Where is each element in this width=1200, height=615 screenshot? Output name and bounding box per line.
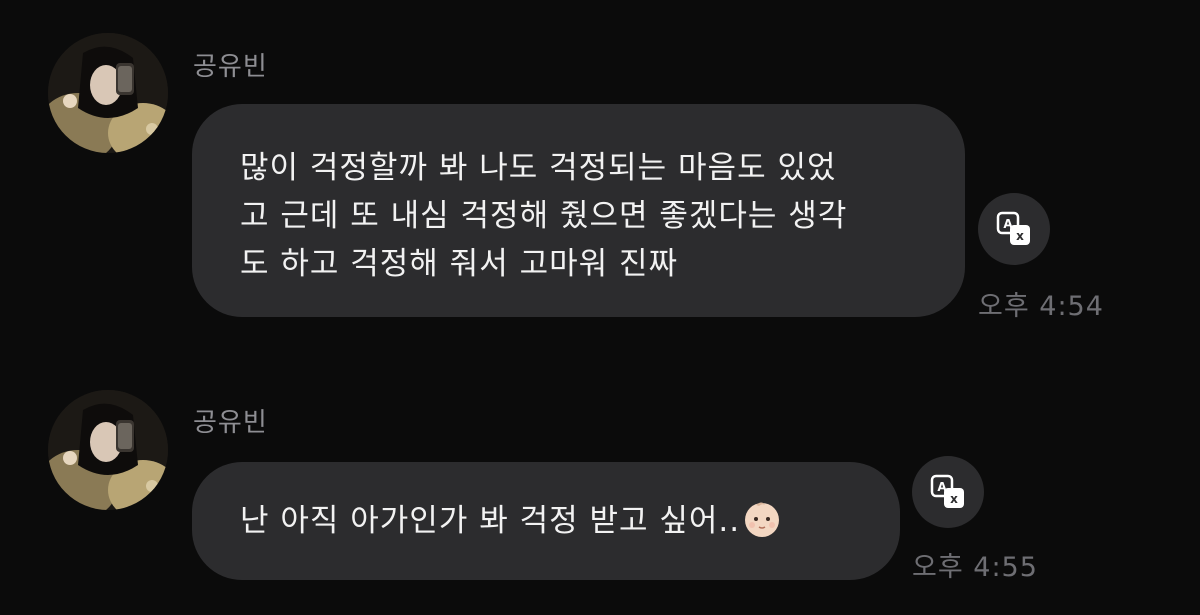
svg-text:x: x — [950, 492, 958, 506]
svg-text:x: x — [1016, 229, 1024, 243]
message-line: 많이 걱정할까 봐 나도 걱정되는 마음도 있었 — [240, 150, 837, 186]
translate-icon: A x — [996, 211, 1030, 245]
message-line: 고 근데 또 내심 걱정해 줬으면 좋겠다는 생각 — [240, 198, 848, 234]
avatar[interactable] — [48, 33, 168, 153]
message-time: 오후 4:54 — [978, 291, 1104, 322]
message-line: 도 하고 걱정해 줘서 고마워 진짜 — [240, 246, 679, 282]
sender-name: 공유빈 — [193, 408, 268, 438]
baby-face-emoji-icon — [745, 502, 780, 537]
chat-thread: 공유빈 많이 걱정할까 봐 나도 걱정되는 마음도 있었 고 근데 또 내심 걱… — [0, 0, 1200, 615]
avatar[interactable] — [48, 390, 168, 510]
message-bubble[interactable]: 많이 걱정할까 봐 나도 걱정되는 마음도 있었 고 근데 또 내심 걱정해 줬… — [192, 104, 965, 317]
translate-icon: A x — [930, 474, 964, 508]
message-time: 오후 4:55 — [912, 552, 1038, 583]
message-text: 난 아직 아가인가 봐 걱정 받고 싶어.. — [240, 503, 741, 539]
message-bubble[interactable]: 난 아직 아가인가 봐 걱정 받고 싶어.. — [192, 462, 900, 580]
profile-photo-icon — [48, 390, 168, 510]
sender-name: 공유빈 — [193, 52, 268, 82]
translate-button[interactable]: A x — [978, 193, 1050, 265]
profile-photo-icon — [48, 33, 168, 153]
message-line: 난 아직 아가인가 봐 걱정 받고 싶어.. — [240, 497, 900, 545]
translate-button[interactable]: A x — [912, 456, 984, 528]
